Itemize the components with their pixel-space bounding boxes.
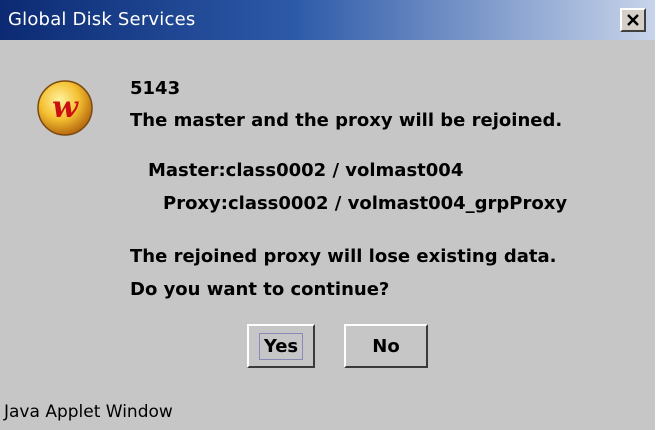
- dialog-window: Global Disk Services w 5143 The master a…: [0, 0, 656, 430]
- no-button[interactable]: No: [344, 324, 428, 368]
- yes-button[interactable]: Yes: [247, 324, 315, 368]
- status-text: Java Applet Window: [4, 402, 173, 422]
- question-line: Do you want to continue?: [130, 279, 390, 300]
- no-button-label: No: [372, 335, 400, 357]
- yes-button-label: Yes: [258, 332, 304, 360]
- close-button[interactable]: [620, 8, 646, 32]
- message-text: The master and the proxy will be rejoine…: [130, 110, 563, 131]
- title-bar[interactable]: Global Disk Services: [0, 0, 655, 40]
- window-title: Global Disk Services: [8, 9, 196, 30]
- status-bar: Java Applet Window: [0, 392, 655, 430]
- proxy-line: Proxy:class0002 / volmast004_grpProxy: [163, 193, 568, 214]
- warning-line: The rejoined proxy will lose existing da…: [130, 246, 557, 267]
- warning-w-icon: w: [36, 79, 94, 142]
- master-line: Master:class0002 / volmast004: [148, 160, 464, 181]
- svg-text:w: w: [52, 90, 79, 125]
- close-icon: [627, 14, 639, 26]
- message-code: 5143: [130, 78, 181, 99]
